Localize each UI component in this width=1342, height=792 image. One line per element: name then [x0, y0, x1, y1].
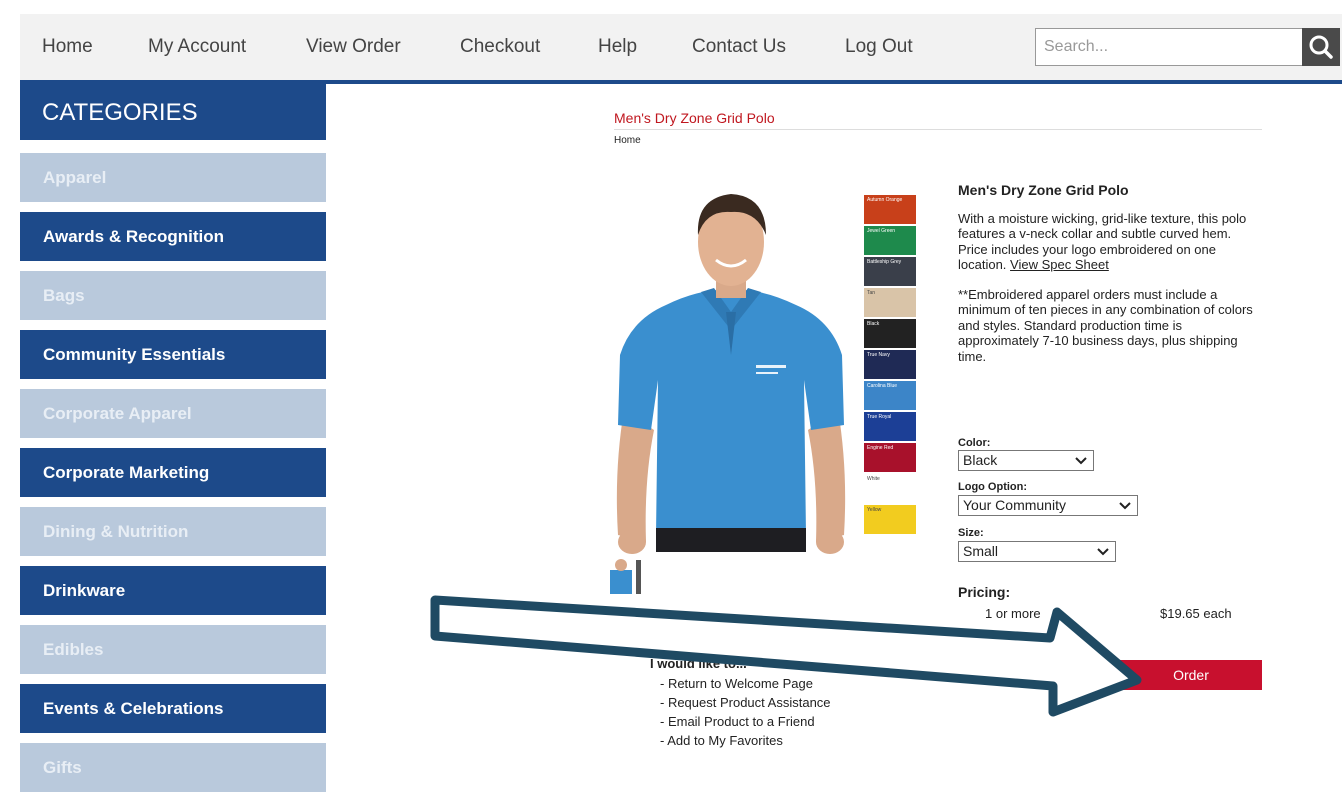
chevron-down-icon — [1119, 502, 1131, 510]
category-dining-nutrition[interactable]: Dining & Nutrition — [20, 507, 326, 556]
swatch-tan[interactable]: Tan — [864, 288, 916, 317]
chevron-down-icon — [1075, 457, 1087, 465]
size-label: Size: — [958, 527, 984, 539]
swatch-label: Yellow — [867, 507, 882, 513]
nav-my-account-link[interactable]: My Account — [148, 36, 246, 58]
embroidery-note: **Embroidered apparel orders must includ… — [958, 286, 1253, 364]
annotation-arrow-shape — [430, 595, 1142, 717]
swatch-carolina-blue[interactable]: Carolina Blue — [864, 381, 916, 410]
view-spec-sheet-link[interactable]: View Spec Sheet — [1010, 257, 1109, 272]
category-events-celebrations[interactable]: Events & Celebrations — [20, 684, 326, 733]
swatch-jewel-green[interactable]: Jewel Green — [864, 226, 916, 255]
category-sidebar: CATEGORIES Apparel Awards & Recognition … — [20, 84, 326, 792]
model-trousers — [656, 528, 806, 552]
thumbnail-head — [615, 559, 627, 571]
color-select-value: Black — [963, 452, 998, 468]
magnifier-icon — [1309, 35, 1333, 59]
swatch-label: True Navy — [867, 352, 890, 358]
product-image[interactable] — [606, 180, 856, 560]
category-community-essentials[interactable]: Community Essentials — [20, 330, 326, 379]
product-name: Men's Dry Zone Grid Polo — [958, 182, 1129, 198]
search-button[interactable] — [1302, 28, 1340, 66]
category-awards-recognition[interactable]: Awards & Recognition — [20, 212, 326, 261]
swatch-true-royal[interactable]: True Royal — [864, 412, 916, 441]
color-label: Color: — [958, 437, 991, 449]
size-select[interactable]: Small — [958, 541, 1116, 562]
model-left-arm — [616, 410, 654, 542]
pricing-price: $19.65 each — [1160, 606, 1232, 621]
swatch-engine-red[interactable]: Engine Red — [864, 443, 916, 472]
search-input[interactable] — [1035, 28, 1303, 66]
swatch-black[interactable]: Black — [864, 319, 916, 348]
logo-option-label: Logo Option: — [958, 481, 1028, 493]
model-right-arm — [808, 410, 846, 542]
nav-help-link[interactable]: Help — [598, 36, 637, 58]
category-edibles[interactable]: Edibles — [20, 625, 326, 674]
swatch-autumn-orange[interactable]: Autumn Orange — [864, 195, 916, 224]
category-gifts[interactable]: Gifts — [20, 743, 326, 792]
chevron-down-icon — [1097, 548, 1109, 556]
swatch-label: True Royal — [867, 414, 892, 420]
categories-heading: CATEGORIES — [20, 84, 326, 140]
category-apparel[interactable]: Apparel — [20, 153, 326, 202]
size-select-value: Small — [963, 543, 999, 559]
top-navigation-bar: Home My Account View Order Checkout Help… — [20, 14, 1342, 84]
color-select[interactable]: Black — [958, 450, 1094, 471]
model-right-hand — [816, 530, 844, 554]
nav-view-order-link[interactable]: View Order — [306, 36, 401, 58]
annotation-arrow-icon — [430, 595, 1142, 717]
swatch-battleship-grey[interactable]: Battleship Grey — [864, 257, 916, 286]
swatch-label: Battleship Grey — [867, 259, 902, 265]
product-description: With a moisture wicking, grid-like textu… — [958, 211, 1258, 273]
logo-option-value: Your Community — [963, 497, 1066, 513]
swatch-label: Jewel Green — [867, 228, 896, 234]
product-details: Men's Dry Zone Grid Polo With a moisture… — [958, 182, 1258, 378]
category-corporate-apparel[interactable]: Corporate Apparel — [20, 389, 326, 438]
nav-contact-us-link[interactable]: Contact Us — [692, 36, 786, 58]
model-left-hand — [618, 530, 646, 554]
logo-option-select[interactable]: Your Community — [958, 495, 1138, 516]
nav-checkout-link[interactable]: Checkout — [460, 36, 540, 58]
swatch-true-navy[interactable]: True Navy — [864, 350, 916, 379]
title-divider — [614, 129, 1262, 130]
swatch-label: Engine Red — [867, 445, 894, 451]
swatch-label: Black — [867, 321, 880, 327]
category-bags[interactable]: Bags — [20, 271, 326, 320]
category-corporate-marketing[interactable]: Corporate Marketing — [20, 448, 326, 497]
swatch-yellow[interactable]: Yellow — [864, 505, 916, 534]
swatch-label: Tan — [867, 290, 876, 296]
swatch-label: Autumn Orange — [867, 197, 903, 203]
category-drinkware[interactable]: Drinkware — [20, 566, 326, 615]
product-page-title: Men's Dry Zone Grid Polo — [614, 110, 775, 126]
swatch-label: Carolina Blue — [867, 383, 898, 389]
thumbnail-swatch-strip — [636, 560, 641, 594]
breadcrumb-home-link[interactable]: Home — [614, 135, 641, 146]
add-favorites-link[interactable]: - Add to My Favorites — [660, 733, 783, 748]
swatch-white[interactable]: White — [864, 474, 916, 503]
nav-log-out-link[interactable]: Log Out — [845, 36, 913, 58]
swatch-label: White — [867, 476, 880, 482]
nav-home-link[interactable]: Home — [42, 36, 93, 58]
